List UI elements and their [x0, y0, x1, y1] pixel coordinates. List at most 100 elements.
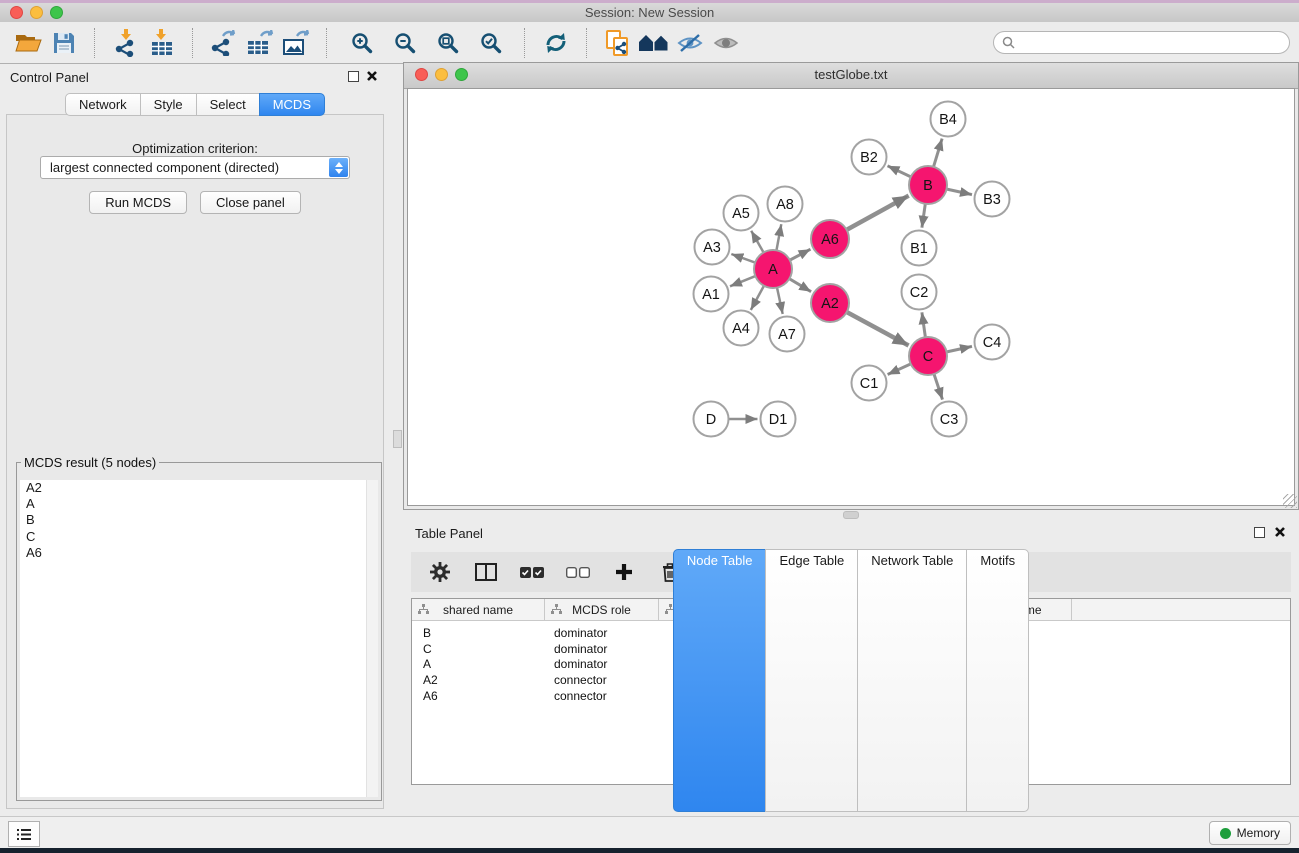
control-tab-style[interactable]: Style — [140, 93, 197, 116]
search-input[interactable] — [1015, 35, 1269, 51]
svg-text:D: D — [706, 412, 716, 428]
graph-node-A1[interactable]: A1 — [694, 277, 729, 312]
graph-node-A3[interactable]: A3 — [695, 230, 730, 265]
search-field[interactable] — [993, 31, 1290, 54]
show-all-button[interactable] — [708, 27, 744, 59]
graph-node-A5[interactable]: A5 — [724, 196, 759, 231]
mcds-result-item[interactable]: C — [20, 529, 378, 545]
network-window-title: testGlobe.txt — [404, 67, 1298, 82]
export-table-button[interactable] — [242, 27, 278, 59]
export-image-button[interactable] — [278, 27, 314, 59]
list-icon — [16, 828, 32, 841]
hide-selected-button[interactable] — [672, 27, 708, 59]
svg-text:A6: A6 — [821, 232, 839, 248]
graph-node-C[interactable]: C — [909, 337, 947, 375]
refresh-view-button[interactable] — [538, 27, 574, 59]
graph-node-A6[interactable]: A6 — [811, 220, 849, 258]
toolbar-separator — [192, 28, 194, 58]
optimization-criterion-label: Optimization criterion: — [0, 141, 390, 156]
zoom-fit-icon — [437, 32, 459, 54]
zoom-fit-button[interactable] — [426, 27, 469, 59]
mcds-result-title: MCDS result (5 nodes) — [21, 455, 159, 470]
graph-node-C2[interactable]: C2 — [902, 275, 937, 310]
svg-text:A7: A7 — [778, 327, 796, 343]
horizontal-splitter-handle[interactable] — [843, 511, 859, 519]
network-canvas[interactable]: A A1 A2 A3 A4 A5 A6 A7 A8 B B1 B2 B3 B4 C C1 C2 C3 C4 D D1 — [407, 88, 1295, 506]
show-eye-icon — [713, 34, 739, 52]
svg-text:B1: B1 — [910, 241, 928, 257]
graph-node-B4[interactable]: B4 — [931, 102, 966, 137]
float-panel-icon[interactable] — [348, 71, 359, 82]
graph-node-C1[interactable]: C1 — [852, 366, 887, 401]
import-network-icon — [113, 29, 140, 57]
save-icon — [53, 32, 75, 54]
control-tab-select[interactable]: Select — [196, 93, 260, 116]
desktop-strip — [0, 848, 1299, 853]
graph-node-D1[interactable]: D1 — [761, 402, 796, 437]
vertical-splitter-handle[interactable] — [393, 430, 402, 448]
graph-node-A7[interactable]: A7 — [770, 317, 805, 352]
svg-text:B3: B3 — [983, 192, 1001, 208]
table-tab-node-table[interactable]: Node Table — [673, 549, 767, 812]
graph-node-C3[interactable]: C3 — [932, 402, 967, 437]
close-panel-icon[interactable] — [366, 70, 378, 82]
graph-node-C4[interactable]: C4 — [975, 325, 1010, 360]
close-panel-icon[interactable] — [1274, 526, 1286, 538]
table-tabs: Node TableEdge TableNetwork TableMotifs — [403, 549, 1299, 812]
graph-node-B2[interactable]: B2 — [852, 140, 887, 175]
save-session-button[interactable] — [46, 27, 82, 59]
network-window-titlebar[interactable]: testGlobe.txt — [404, 63, 1298, 89]
network-window: testGlobe.txt A A1 A2 A3 A4 A5 A6 A7 A8 B B1 B2 B3 B4… — [403, 62, 1299, 510]
home-icon — [638, 33, 670, 53]
zoom-out-button[interactable] — [383, 27, 426, 59]
zoom-selected-button[interactable] — [469, 27, 512, 59]
run-mcds-button[interactable]: Run MCDS — [89, 191, 187, 214]
graph-node-D[interactable]: D — [694, 402, 729, 437]
mcds-result-item[interactable]: B — [20, 512, 378, 528]
svg-text:C1: C1 — [860, 376, 879, 392]
result-scrollbar[interactable] — [366, 480, 378, 797]
graph-node-A4[interactable]: A4 — [724, 311, 759, 346]
svg-text:A2: A2 — [821, 296, 839, 312]
graph-node-B1[interactable]: B1 — [902, 231, 937, 266]
svg-text:B2: B2 — [860, 150, 878, 166]
copy-network-view-button[interactable] — [600, 27, 636, 59]
float-panel-icon[interactable] — [1254, 527, 1265, 538]
graph-node-B3[interactable]: B3 — [975, 182, 1010, 217]
zoom-out-icon — [394, 32, 416, 54]
open-session-button[interactable] — [10, 27, 46, 59]
import-table-button[interactable] — [144, 27, 180, 59]
zoom-in-button[interactable] — [340, 27, 383, 59]
table-tab-motifs[interactable]: Motifs — [966, 549, 1029, 812]
mcds-result-item[interactable]: A6 — [20, 545, 378, 561]
resize-grip[interactable] — [1283, 494, 1297, 508]
export-network-button[interactable] — [206, 27, 242, 59]
criterion-select[interactable]: largest connected component (directed) — [40, 156, 350, 179]
control-tab-mcds[interactable]: MCDS — [259, 93, 325, 116]
svg-text:A8: A8 — [776, 197, 794, 213]
mcds-result-item[interactable]: A — [20, 496, 378, 512]
control-panel-tabs: NetworkStyleSelectMCDS — [0, 93, 390, 116]
mcds-result-item[interactable]: A2 — [20, 480, 378, 496]
graph-node-A[interactable]: A — [754, 250, 792, 288]
table-tab-network-table[interactable]: Network Table — [857, 549, 967, 812]
memory-status-icon — [1220, 828, 1231, 839]
network-graph: A A1 A2 A3 A4 A5 A6 A7 A8 B B1 B2 B3 B4 C C1 C2 C3 C4 D D1 — [408, 89, 1296, 507]
graph-node-B[interactable]: B — [909, 166, 947, 204]
close-panel-button[interactable]: Close panel — [200, 191, 301, 214]
task-history-button[interactable] — [8, 821, 40, 847]
graph-node-A2[interactable]: A2 — [811, 284, 849, 322]
control-tab-network[interactable]: Network — [65, 93, 141, 116]
toolbar-separator — [94, 28, 96, 58]
import-network-button[interactable] — [108, 27, 144, 59]
hide-eye-icon — [676, 32, 704, 54]
home-button[interactable] — [636, 27, 672, 59]
export-table-icon — [246, 30, 274, 56]
memory-button[interactable]: Memory — [1209, 821, 1291, 845]
graph-node-A8[interactable]: A8 — [768, 187, 803, 222]
export-network-icon — [210, 30, 238, 56]
window-title: Session: New Session — [0, 5, 1299, 20]
mcds-result-list: A2ABCA6 — [20, 480, 378, 797]
svg-text:A3: A3 — [703, 240, 721, 256]
table-tab-edge-table[interactable]: Edge Table — [765, 549, 858, 812]
